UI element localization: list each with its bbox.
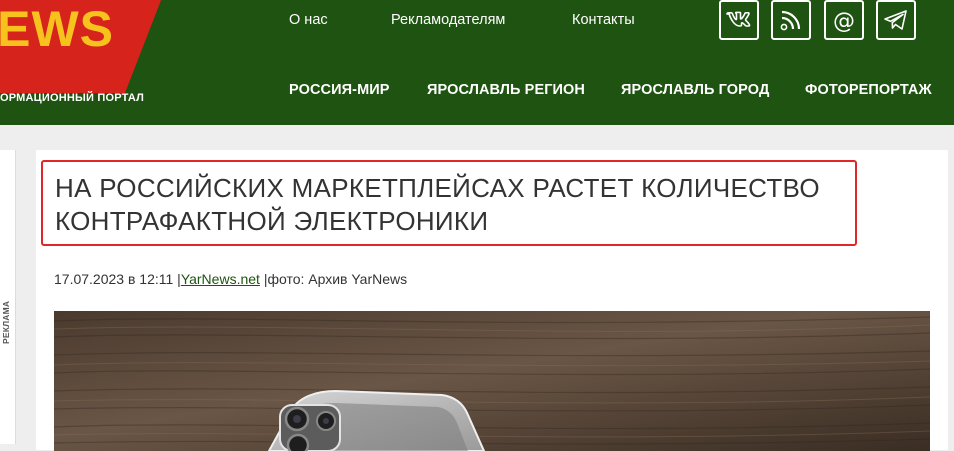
phone-on-wood-image <box>54 311 930 451</box>
photo-credit: фото: Архив YarNews <box>267 271 408 287</box>
email-icon: @ <box>833 9 855 34</box>
article-photo <box>54 311 930 451</box>
main-nav-photo-report[interactable]: ФОТОРЕПОРТАЖ <box>805 82 932 98</box>
logo-tagline: ОРМАЦИОННЫЙ ПОРТАЛ <box>0 92 145 104</box>
main-nav-yaroslavl-city[interactable]: ЯРОСЛАВЛЬ ГОРОД <box>621 82 769 98</box>
sidebar-ad-strip: РЕКЛАМА <box>0 150 16 444</box>
svg-text:@: @ <box>833 9 855 34</box>
email-link[interactable]: @ <box>824 0 864 40</box>
article-title: НА РОССИЙСКИХ МАРКЕТПЛЕЙСАХ РАСТЕТ КОЛИЧ… <box>55 173 820 236</box>
title-highlight-box: НА РОССИЙСКИХ МАРКЕТПЛЕЙСАХ РАСТЕТ КОЛИЧ… <box>41 160 857 246</box>
vk-link[interactable] <box>719 0 759 40</box>
telegram-icon <box>884 10 907 30</box>
logo-wordmark: NEWS <box>0 1 114 57</box>
main-nav-russia-world[interactable]: РОССИЯ-МИР <box>289 82 390 98</box>
site-header: NEWS ОРМАЦИОННЫЙ ПОРТАЛ О нас Рекламодат… <box>0 0 954 125</box>
rss-icon <box>780 10 801 31</box>
rss-link[interactable] <box>771 0 811 40</box>
ad-label: РЕКЛАМА <box>1 300 11 344</box>
top-nav-contacts[interactable]: Контакты <box>572 12 635 28</box>
site-logo[interactable]: NEWS <box>0 0 165 93</box>
telegram-link[interactable] <box>876 0 916 40</box>
vk-icon <box>726 11 751 27</box>
sidebar-divider <box>15 150 16 444</box>
article-card: НА РОССИЙСКИХ МАРКЕТПЛЕЙСАХ РАСТЕТ КОЛИЧ… <box>36 150 948 451</box>
top-nav-advertisers[interactable]: Рекламодателям <box>391 12 505 28</box>
top-nav-about[interactable]: О нас <box>289 12 328 28</box>
article-source-link[interactable]: YarNews.net <box>181 271 260 287</box>
main-nav-yaroslavl-region[interactable]: ЯРОСЛАВЛЬ РЕГИОН <box>427 82 585 98</box>
article-date: 17.07.2023 в 12:11 <box>54 271 174 287</box>
article-meta: 17.07.2023 в 12:11 |YarNews.net |фото: А… <box>54 271 407 287</box>
